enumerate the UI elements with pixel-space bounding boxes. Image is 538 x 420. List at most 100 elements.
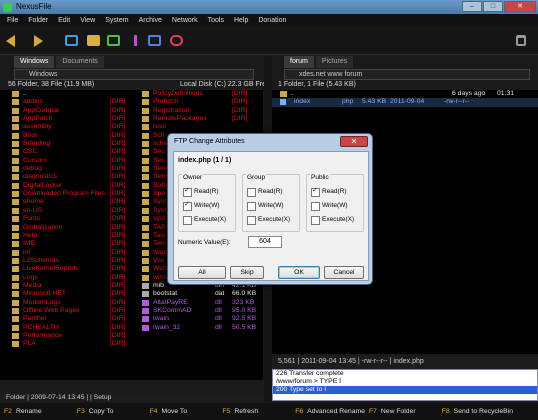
maximize-button[interactable]: □ bbox=[483, 1, 503, 12]
forward-icon[interactable] bbox=[34, 35, 43, 47]
folder-icon bbox=[12, 91, 19, 97]
group-execute-checkbox[interactable]: Execute(X) bbox=[247, 215, 290, 225]
file-icon bbox=[280, 99, 286, 106]
owner-read-checkbox[interactable]: Read(R) bbox=[183, 186, 219, 197]
table-row[interactable]: Microsoft.NET [DIR] bootstat dat 66.0 KB bbox=[0, 290, 263, 298]
panel-icon[interactable] bbox=[65, 35, 78, 46]
menu-tools[interactable]: Tools bbox=[203, 14, 229, 27]
file-name: .. bbox=[23, 90, 27, 97]
trash-icon[interactable] bbox=[516, 35, 526, 46]
back-icon[interactable] bbox=[6, 35, 15, 47]
folder-icon bbox=[142, 99, 149, 106]
menu-network[interactable]: Network bbox=[167, 14, 203, 27]
folder-icon bbox=[142, 274, 149, 281]
file-name: ehome bbox=[23, 198, 44, 206]
ftp-log[interactable]: 226 Transfer complete /www/forum > TYPE … bbox=[272, 369, 538, 401]
list-item[interactable]: index php 5.43 KB 2011-09-04 -rw-r--r-- bbox=[272, 98, 538, 107]
right-address-bar[interactable]: xdes.net www forum bbox=[284, 69, 530, 80]
log-line: 226 Transfer complete bbox=[276, 370, 344, 377]
table-row[interactable]: assembly [DIR] resc bbox=[0, 123, 263, 131]
folder-icon[interactable] bbox=[87, 35, 100, 46]
table-row[interactable]: addins [DIR] Prefetch [DIR] bbox=[0, 98, 263, 106]
folder-icon bbox=[12, 291, 19, 298]
public-execute-checkbox[interactable]: Execute(X) bbox=[311, 215, 354, 225]
all-button[interactable]: All bbox=[178, 266, 226, 279]
file-name: syst bbox=[153, 215, 166, 223]
menu-edit[interactable]: Edit bbox=[53, 14, 75, 27]
table-row[interactable]: Offline Web Pages [DIR] SKCommAD dll 95.0 KB bbox=[0, 307, 263, 315]
tab-pictures[interactable]: Pictures bbox=[315, 56, 354, 68]
table-row[interactable]: PLA [DIR] bbox=[0, 340, 263, 348]
folder-icon bbox=[12, 166, 19, 173]
file-icon bbox=[142, 291, 149, 298]
f7-new-folder-button[interactable]: F7 New Folder bbox=[365, 403, 438, 420]
f2-rename-button[interactable]: F2 Rename bbox=[0, 403, 73, 420]
folder-icon bbox=[12, 174, 19, 181]
menu-help[interactable]: Help bbox=[229, 14, 253, 27]
left-address-bar[interactable]: Windows bbox=[14, 69, 254, 80]
file-type: [DIR] bbox=[110, 256, 126, 264]
f8-recycle-button[interactable]: F8 Send to RecycleBin bbox=[438, 403, 538, 420]
owner-write-checkbox[interactable]: Write(W) bbox=[183, 200, 220, 211]
table-row[interactable]: AppCompat [DIR] Registration [DIR] bbox=[0, 107, 263, 115]
public-read-checkbox[interactable]: Read(R) bbox=[311, 186, 347, 197]
app-icon bbox=[3, 3, 12, 12]
tab-forum[interactable]: forum bbox=[284, 56, 314, 68]
tab-windows[interactable]: Windows bbox=[14, 56, 55, 68]
dialog-close-button[interactable]: ✕ bbox=[340, 136, 368, 147]
list-item[interactable]: .. 6 days ago 01:31 bbox=[272, 90, 538, 98]
right-summary: 1 Folder, 1 File (5.43 KB) bbox=[278, 81, 356, 88]
file-name: Web bbox=[153, 265, 167, 273]
table-row[interactable]: PCHEALTH [DIR] twain_32 dll 50.5 KB bbox=[0, 324, 263, 332]
favorite-icon[interactable] bbox=[170, 35, 183, 46]
menu-file[interactable]: File bbox=[2, 14, 23, 27]
folder-icon bbox=[142, 132, 149, 139]
numeric-value-input[interactable]: 604 bbox=[248, 236, 282, 248]
file-type: [DIR] bbox=[110, 248, 126, 256]
video-icon[interactable] bbox=[148, 35, 161, 46]
close-button[interactable]: ✕ bbox=[504, 1, 536, 12]
ok-button[interactable]: OK bbox=[278, 266, 320, 279]
photo-icon[interactable] bbox=[107, 35, 120, 46]
group-write-checkbox[interactable]: Write(W) bbox=[247, 201, 284, 211]
folder-icon bbox=[142, 141, 149, 148]
file-size: [DIR] bbox=[232, 115, 248, 123]
folder-icon bbox=[12, 191, 19, 198]
table-row[interactable]: Performance [DIR] bbox=[0, 332, 263, 340]
folder-icon bbox=[142, 149, 149, 156]
cancel-button[interactable]: Cancel bbox=[324, 266, 364, 279]
file-name: AppCompat bbox=[23, 106, 59, 114]
file-name: Tasi bbox=[153, 231, 166, 239]
table-row[interactable]: AppPatch [DIR] RemotePackages [DIR] bbox=[0, 115, 263, 123]
file-name: Downloaded Program Files bbox=[23, 190, 105, 198]
file-icon bbox=[142, 316, 149, 323]
f4-move-button[interactable]: F4 Move To bbox=[146, 403, 219, 420]
minimize-button[interactable]: – bbox=[462, 1, 482, 12]
menu-system[interactable]: System bbox=[100, 14, 133, 27]
menu-folder[interactable]: Folder bbox=[23, 14, 53, 27]
table-row[interactable]: ModemLogs [DIR] AltatPayRE dll 323 KB bbox=[0, 299, 263, 307]
owner-group: Owner Read(R) Write(W) Execute(X) bbox=[178, 174, 236, 232]
table-row[interactable]: Panther [DIR] twain dll 92.5 KB bbox=[0, 315, 263, 323]
owner-execute-checkbox[interactable]: Execute(X) bbox=[183, 215, 226, 225]
tab-documents[interactable]: Documents bbox=[56, 56, 104, 68]
menu-donation[interactable]: Donation bbox=[253, 14, 291, 27]
menu-archive[interactable]: Archive bbox=[134, 14, 167, 27]
file-name: Help bbox=[23, 231, 37, 239]
music-icon[interactable] bbox=[128, 35, 137, 46]
file-type: [DIR] bbox=[110, 298, 126, 306]
skip-button[interactable]: Skip bbox=[230, 266, 264, 279]
folder-icon bbox=[12, 241, 19, 248]
table-row[interactable]: .. PolicyDefinitions [DIR] bbox=[0, 90, 263, 98]
menu-view[interactable]: View bbox=[75, 14, 100, 27]
file-name: RemotePackages bbox=[153, 115, 207, 123]
f5-refresh-button[interactable]: F5 Refresh bbox=[218, 403, 291, 420]
group-read-checkbox[interactable]: Read(R) bbox=[247, 187, 283, 197]
f3-copy-button[interactable]: F3 Copy To bbox=[73, 403, 146, 420]
file-type: [DIR] bbox=[110, 331, 126, 339]
file-name: Boot bbox=[23, 131, 37, 139]
window-title: NexusFile bbox=[16, 2, 52, 11]
folder-icon bbox=[142, 174, 149, 181]
public-write-checkbox[interactable]: Write(W) bbox=[311, 201, 348, 211]
f6-advanced-rename-button[interactable]: F6 Advanced Rename bbox=[291, 403, 365, 420]
